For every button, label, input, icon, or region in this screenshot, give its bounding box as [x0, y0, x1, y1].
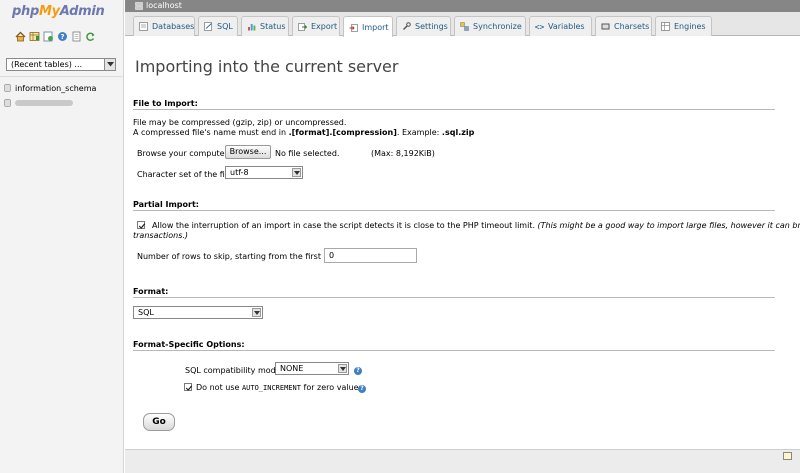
- table-icon[interactable]: [29, 31, 40, 42]
- charsets-icon: [601, 23, 610, 30]
- home-icon[interactable]: [15, 31, 26, 42]
- go-button[interactable]: Go: [143, 413, 175, 431]
- nav-icon-bar: ?: [15, 31, 96, 42]
- no-auto-increment-checkbox[interactable]: [184, 383, 193, 391]
- format-section-heading: Format:: [133, 287, 775, 298]
- tab-engines[interactable]: Engines: [655, 16, 712, 36]
- svg-text:?: ?: [60, 33, 64, 41]
- format-select[interactable]: SQL: [133, 306, 263, 319]
- file-section-heading: File to Import:: [133, 99, 775, 110]
- sql-icon: [204, 22, 212, 31]
- tab-export[interactable]: Export: [292, 16, 340, 36]
- compression-note: File may be compressed (gzip, zip) or un…: [133, 118, 347, 127]
- database-icon: [4, 99, 11, 107]
- auto-increment-help-icon[interactable]: ?: [358, 385, 366, 393]
- database-icon: [4, 84, 11, 92]
- tab-databases[interactable]: Databases: [133, 16, 195, 36]
- docs-icon[interactable]: [71, 31, 82, 42]
- databases-icon: [139, 22, 148, 31]
- skip-rows-input[interactable]: 0: [324, 248, 417, 263]
- console-bar: [125, 449, 800, 473]
- tab-status[interactable]: Status: [241, 16, 289, 36]
- tab-synchronize[interactable]: Synchronize: [454, 16, 526, 36]
- db-item-label: information_schema: [15, 83, 97, 93]
- tab-import[interactable]: Import: [343, 16, 393, 37]
- status-icon: [248, 24, 256, 31]
- tab-settings[interactable]: Settings: [396, 16, 451, 36]
- chevron-down-icon: [292, 168, 301, 177]
- checkmark-icon: [185, 385, 193, 391]
- nav-divider: [0, 76, 124, 77]
- no-auto-increment-label: Do not use AUTO_INCREMENT for zero value…: [196, 383, 363, 392]
- engines-icon: [661, 22, 670, 31]
- navigation-panel: phpMyAdmin ? (Recent tables) ... informa…: [0, 0, 124, 473]
- compat-label: SQL compatibility mode:: [185, 366, 284, 375]
- chevron-down-icon: [252, 308, 261, 317]
- export-icon: [298, 23, 307, 31]
- import-icon: [349, 23, 358, 32]
- max-size: (Max: 8,192KiB): [371, 149, 435, 158]
- tab-sql[interactable]: SQL: [198, 16, 238, 36]
- redacted-db-name: [15, 100, 73, 106]
- db-item-information-schema[interactable]: information_schema: [4, 83, 96, 93]
- phpmyadmin-logo[interactable]: phpMyAdmin: [12, 4, 105, 19]
- charset-select[interactable]: utf-8: [225, 166, 303, 179]
- server-icon: [135, 2, 143, 10]
- settings-icon: [403, 22, 411, 30]
- tab-variables[interactable]: <> Variables: [529, 16, 592, 36]
- charset-label: Character set of the file:: [137, 170, 235, 179]
- compression-example: A compressed file's name must end in .[f…: [133, 128, 475, 137]
- server-link[interactable]: localhost: [135, 0, 182, 12]
- browse-label: Browse your computer:: [137, 149, 231, 158]
- help-icon[interactable]: ?: [57, 31, 68, 42]
- tab-charsets[interactable]: Charsets: [595, 16, 652, 36]
- svg-text:<>: <>: [535, 23, 544, 32]
- browse-button[interactable]: Browse...: [225, 145, 271, 159]
- checkmark-icon: [138, 223, 146, 229]
- reload-icon[interactable]: [85, 31, 96, 42]
- allow-interrupt-note-cont: transactions.): [133, 231, 189, 240]
- server-breadcrumb: localhost: [125, 0, 800, 12]
- chevron-down-icon: [104, 59, 115, 70]
- query-icon[interactable]: [43, 31, 54, 42]
- synchronize-icon: [460, 22, 469, 31]
- no-file-status: No file selected.: [275, 149, 340, 158]
- top-menu-tabs: Databases SQL Status Export Import Setti…: [125, 12, 800, 37]
- compat-select[interactable]: NONE: [275, 362, 349, 375]
- options-section-heading: Format-Specific Options:: [133, 340, 775, 351]
- partial-section-heading: Partial Import:: [133, 200, 775, 211]
- skip-rows-label: Number of rows to skip, starting from th…: [137, 252, 341, 261]
- allow-interrupt-label: Allow the interruption of an import in c…: [152, 221, 800, 230]
- console-icon[interactable]: [783, 452, 792, 460]
- db-item-redacted[interactable]: [4, 98, 73, 108]
- allow-interrupt-checkbox[interactable]: [137, 221, 146, 229]
- recent-tables-select[interactable]: (Recent tables) ...: [6, 58, 116, 71]
- page-title: Importing into the current server: [135, 57, 399, 76]
- compat-help-icon[interactable]: ?: [354, 367, 362, 375]
- chevron-down-icon: [338, 364, 347, 373]
- variables-icon: <>: [535, 23, 544, 32]
- main-content: Importing into the current server File t…: [125, 37, 800, 449]
